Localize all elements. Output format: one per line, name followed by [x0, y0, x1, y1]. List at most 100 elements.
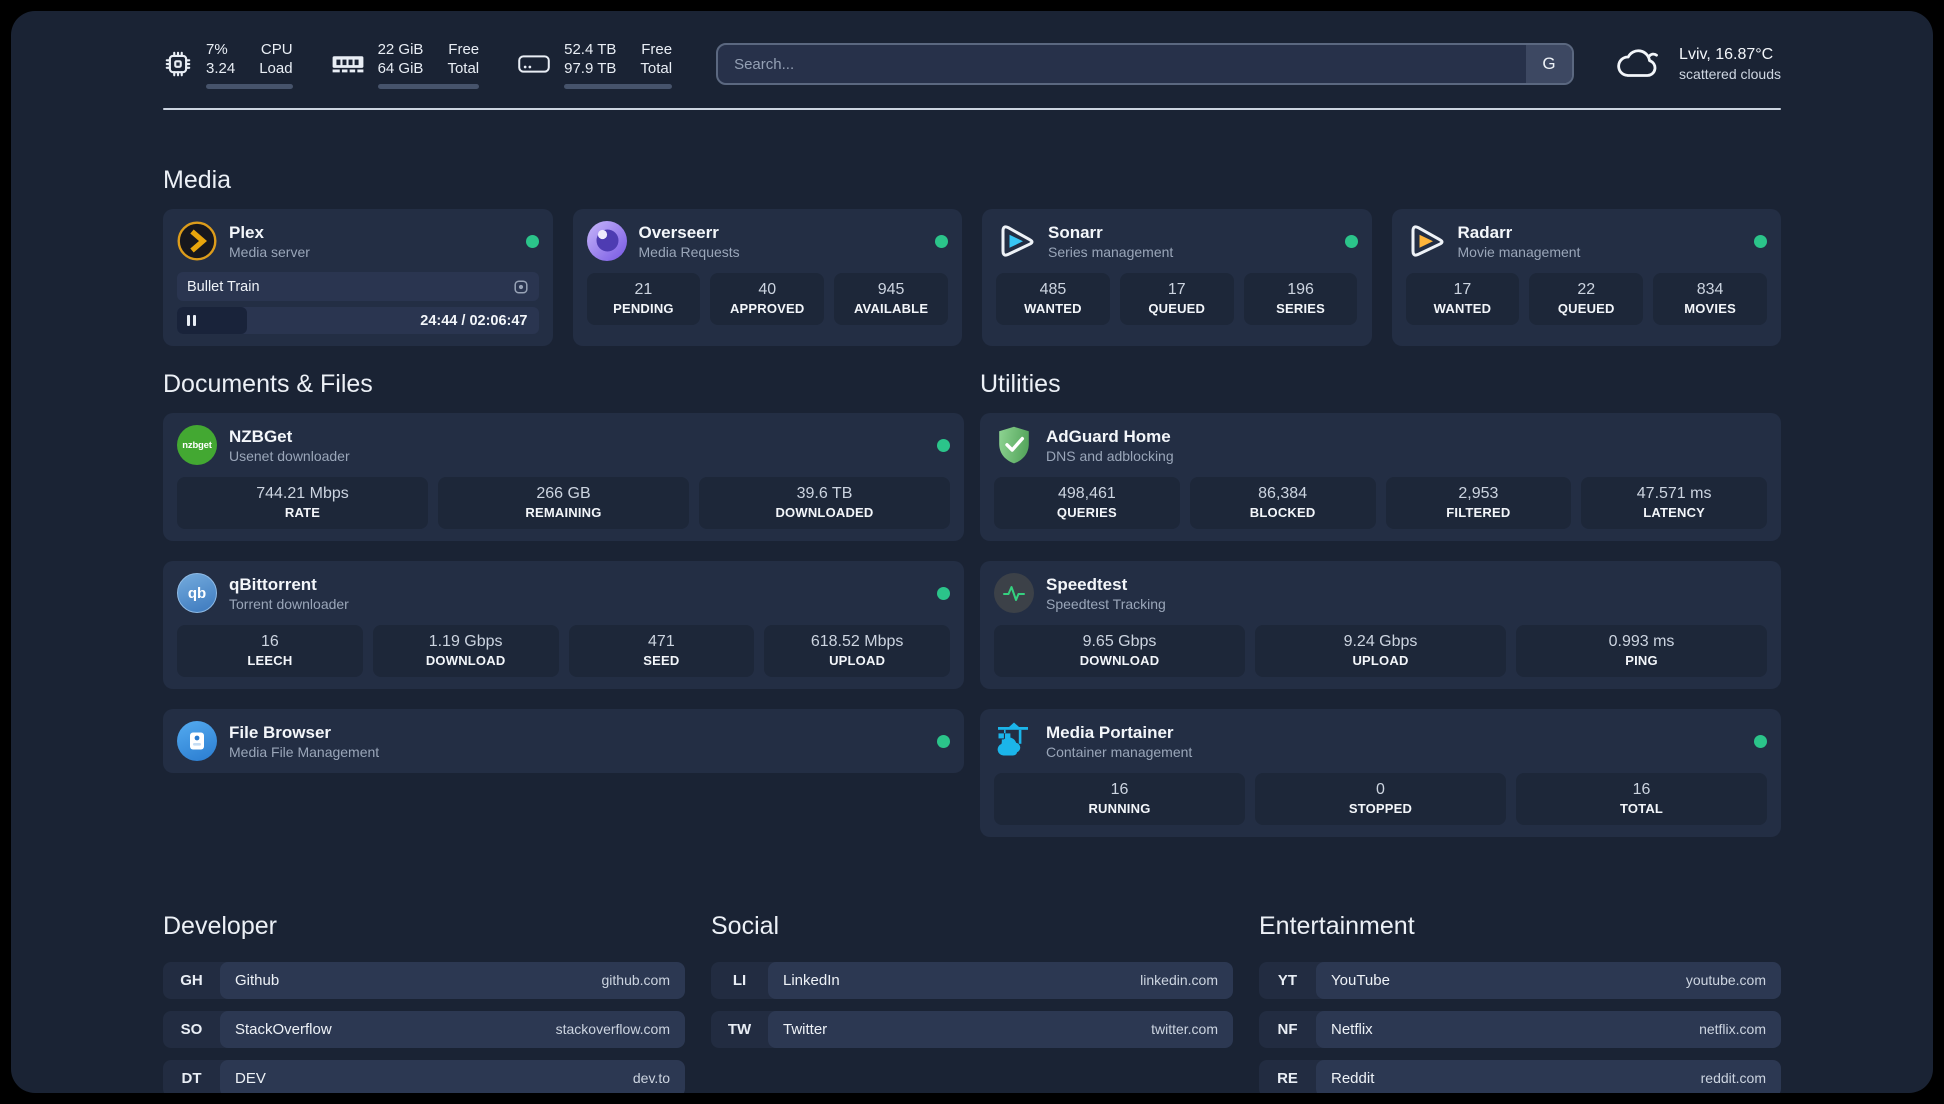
system-stats: 7% CPU 3.24 Load 22 GiB Free 64 GiB Tota…: [163, 40, 673, 89]
stat-tile: 2,953 FILTERED: [1385, 477, 1572, 529]
memory-progress-bar: [377, 83, 480, 89]
cpu-load-value: 3.24: [206, 59, 236, 77]
stat-tile: 86,384 BLOCKED: [1189, 477, 1376, 529]
memory-total-value: 64 GiB: [377, 59, 424, 77]
plex-icon: [177, 221, 217, 261]
link-youtube[interactable]: YT YouTube youtube.com: [1259, 961, 1781, 999]
link-name: YouTube: [1331, 971, 1390, 989]
search-bar: G: [716, 43, 1575, 85]
app-title: Speedtest: [1046, 574, 1128, 594]
stat-tile: 16 LEECH: [177, 625, 363, 677]
app-title: Plex: [229, 222, 264, 242]
link-tag: NF: [1277, 1020, 1298, 1038]
app-subtitle: DNS and adblocking: [1046, 447, 1174, 464]
cpu-stat: 7% CPU 3.24 Load: [163, 40, 293, 89]
stat-label: RUNNING: [1088, 801, 1151, 816]
stat-value: 16: [260, 633, 279, 650]
app-subtitle: Series management: [1048, 243, 1174, 260]
link-twitter[interactable]: TW Twitter twitter.com: [711, 1010, 1233, 1048]
stat-label: REMAINING: [525, 505, 602, 520]
stat-tile: 0.993 ms PING: [1516, 625, 1767, 677]
storage-total-label: Total: [640, 59, 673, 77]
link-name: Reddit: [1331, 1069, 1375, 1087]
portainer-card[interactable]: Media Portainer Container management 16 …: [980, 709, 1781, 837]
speedtest-card[interactable]: Speedtest Speedtest Tracking 9.65 Gbps D…: [980, 561, 1781, 689]
plex-card[interactable]: Plex Media server Bullet Train 24:44 / 0…: [163, 209, 553, 346]
status-dot: [935, 234, 948, 248]
link-dev[interactable]: DT DEV dev.to: [163, 1059, 685, 1093]
link-stackoverflow[interactable]: SO StackOverflow stackoverflow.com: [163, 1010, 685, 1048]
storage-icon: [517, 51, 551, 77]
stat-tile: 22 QUEUED: [1529, 273, 1644, 325]
media-grid: Plex Media server Bullet Train 24:44 / 0…: [163, 209, 1781, 346]
link-github[interactable]: GH Github github.com: [163, 961, 685, 999]
stat-label: QUEUED: [1148, 301, 1206, 316]
storage-total-value: 97.9 TB: [564, 59, 617, 77]
stat-tile: 21 PENDING: [586, 273, 701, 325]
playback-progress-fill: [177, 307, 248, 334]
sonarr-icon: [996, 221, 1036, 261]
documents-column: Documents & Files nzbget NZBGet Usenet d…: [163, 370, 964, 837]
memory-free-label: Free: [448, 40, 480, 58]
overseerr-icon: [586, 221, 627, 261]
playback-progress-bar: 24:44 / 02:06:47: [177, 307, 539, 334]
qbittorrent-card[interactable]: qb qBittorrent Torrent downloader 16 LEE…: [163, 561, 964, 689]
stat-label: LEECH: [247, 653, 293, 668]
stat-label: RATE: [284, 505, 321, 520]
stat-value: 39.6 TB: [796, 485, 853, 502]
adguard-card[interactable]: AdGuard Home DNS and adblocking 498,461 …: [980, 413, 1781, 541]
stat-label: WANTED: [1433, 301, 1492, 316]
overseerr-card[interactable]: Overseerr Media Requests 21 PENDING 40 A…: [572, 209, 962, 346]
sonarr-card[interactable]: Sonarr Series management 485 WANTED 17 Q…: [982, 209, 1372, 346]
link-name: StackOverflow: [235, 1020, 332, 1038]
memory-total-label: Total: [447, 59, 480, 77]
stat-value: 86,384: [1258, 485, 1308, 502]
cpu-usage-value: 7%: [206, 40, 228, 58]
link-url: netflix.com: [1699, 1021, 1766, 1037]
app-subtitle: Movie management: [1457, 243, 1581, 260]
app-subtitle: Media server: [229, 243, 310, 260]
stat-label: UPLOAD: [1352, 653, 1409, 668]
link-name: DEV: [235, 1069, 266, 1087]
radarr-card[interactable]: Radarr Movie management 17 WANTED 22 QUE…: [1391, 209, 1781, 346]
link-tag: SO: [180, 1020, 203, 1038]
stat-value: 471: [648, 633, 675, 650]
filebrowser-card[interactable]: File Browser Media File Management: [163, 709, 964, 773]
link-name: Twitter: [783, 1020, 828, 1038]
app-title: Media Portainer: [1046, 722, 1174, 742]
status-dot: [1754, 734, 1767, 748]
app-subtitle: Media File Management: [229, 743, 380, 760]
stat-label: AVAILABLE: [853, 301, 929, 316]
stat-tile: 40 APPROVED: [710, 273, 825, 325]
link-url: twitter.com: [1151, 1021, 1218, 1037]
stat-label: LATENCY: [1643, 505, 1706, 520]
link-tag: RE: [1277, 1069, 1298, 1087]
stat-value: 1.19 Gbps: [428, 633, 503, 650]
app-title: Overseerr: [638, 222, 719, 242]
nzbget-card[interactable]: nzbget NZBGet Usenet downloader 744.21 M…: [163, 413, 964, 541]
search-engine-button[interactable]: G: [1526, 45, 1573, 83]
app-subtitle: Speedtest Tracking: [1046, 595, 1166, 612]
stat-value: 744.21 Mbps: [256, 485, 349, 502]
link-name: LinkedIn: [783, 971, 840, 989]
stat-tile: 9.65 Gbps DOWNLOAD: [994, 625, 1245, 677]
adguard-icon: [994, 425, 1034, 465]
search-input[interactable]: [718, 45, 1527, 83]
app-title: qBittorrent: [229, 574, 317, 594]
link-linkedin[interactable]: LI LinkedIn linkedin.com: [711, 961, 1233, 999]
link-netflix[interactable]: NF Netflix netflix.com: [1259, 1010, 1781, 1048]
stat-tile: 1.19 Gbps DOWNLOAD: [372, 625, 559, 677]
app-title: AdGuard Home: [1046, 426, 1171, 446]
stat-value: 498,461: [1057, 485, 1116, 502]
stat-value: 47.571 ms: [1636, 485, 1712, 502]
stat-value: 0: [1376, 781, 1385, 798]
media-heading: Media: [163, 166, 232, 194]
now-playing-row: Bullet Train: [177, 272, 539, 301]
stat-tile: 0 STOPPED: [1255, 773, 1506, 825]
stat-label: PENDING: [613, 301, 674, 316]
social-column: Social LI LinkedIn linkedin.com TW Twitt…: [711, 891, 1233, 1093]
stat-tile: 39.6 TB DOWNLOADED: [699, 477, 950, 529]
stat-label: QUERIES: [1056, 505, 1117, 520]
link-reddit[interactable]: RE Reddit reddit.com: [1259, 1059, 1781, 1093]
stat-tile: 196 SERIES: [1243, 273, 1358, 325]
